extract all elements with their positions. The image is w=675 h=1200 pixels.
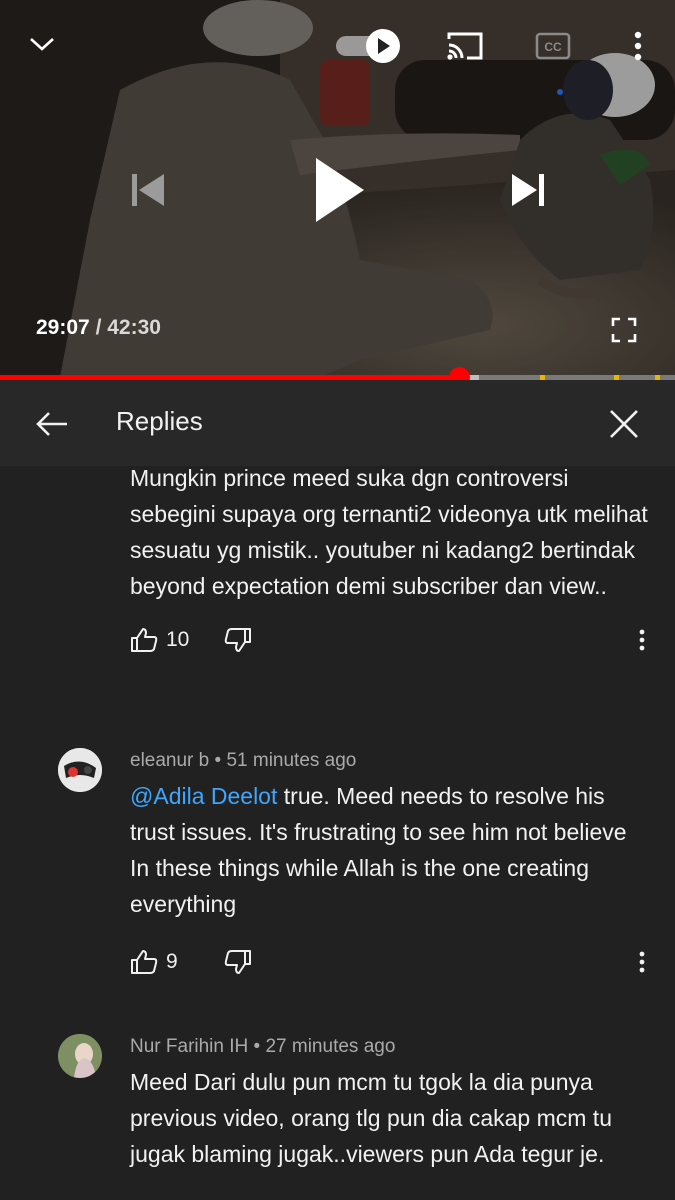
avatar[interactable] <box>58 748 102 792</box>
comment-time: 51 minutes ago <box>226 750 357 771</box>
comment-author[interactable]: eleanur b <box>130 750 209 771</box>
current-time: 29:07 <box>36 316 90 339</box>
autoplay-toggle-icon[interactable] <box>334 24 404 68</box>
comment-author[interactable]: Nur Farihin IH <box>130 1036 248 1057</box>
comment-text: Mungkin prince meed suka dgn controversi… <box>130 466 648 599</box>
meta-separator: • <box>214 750 222 771</box>
play-icon[interactable] <box>306 152 370 228</box>
mention-link[interactable]: @Adila Deelot <box>130 783 277 809</box>
captions-icon[interactable]: CC <box>534 30 572 62</box>
replies-header: Replies <box>0 380 675 466</box>
cast-icon[interactable] <box>444 28 486 64</box>
avatar[interactable] <box>58 1034 102 1078</box>
fullscreen-icon[interactable] <box>606 312 642 348</box>
svg-text:CC: CC <box>544 40 562 54</box>
like-count: 10 <box>166 628 190 651</box>
close-icon[interactable] <box>602 402 646 446</box>
more-vert-icon[interactable] <box>628 945 656 979</box>
video-player[interactable]: CC 29:07 / 42:30 <box>0 0 675 377</box>
reply-comment: Nur Farihin IH • 27 minutes ago Meed Dar… <box>0 1028 675 1200</box>
comment-text: @Adila Deelot true. Meed needs to resolv… <box>130 778 650 922</box>
thumb-down-icon[interactable] <box>224 949 252 975</box>
time-display: 29:07 / 42:30 <box>36 316 161 340</box>
replies-title: Replies <box>116 406 203 436</box>
comment-meta: eleanur b • 51 minutes ago <box>130 750 356 772</box>
previous-icon[interactable] <box>124 168 170 212</box>
comment-meta: Nur Farihin IH • 27 minutes ago <box>130 1036 395 1058</box>
chevron-down-icon[interactable] <box>22 24 62 64</box>
like-count: 9 <box>166 950 178 973</box>
comment-actions: 10 <box>130 623 252 657</box>
thumb-up-icon[interactable] <box>130 627 158 653</box>
more-vert-icon[interactable] <box>624 26 652 66</box>
replies-list[interactable]: Mungkin prince meed suka dgn controversi… <box>0 466 675 1200</box>
comment-time: 27 minutes ago <box>265 1036 396 1057</box>
reply-comment: Mungkin prince meed suka dgn controversi… <box>0 466 675 690</box>
reply-comment: eleanur b • 51 minutes ago @Adila Deelot… <box>0 742 675 1012</box>
more-vert-icon[interactable] <box>628 623 656 657</box>
comment-actions: 9 <box>130 945 252 979</box>
time-separator: / <box>95 316 102 339</box>
arrow-back-icon[interactable] <box>30 402 74 446</box>
thumb-down-icon[interactable] <box>224 627 252 653</box>
duration: 42:30 <box>107 316 161 339</box>
comment-text: Meed Dari dulu pun mcm tu tgok la dia pu… <box>130 1069 612 1167</box>
meta-separator: • <box>253 1036 261 1057</box>
thumb-up-icon[interactable] <box>130 949 158 975</box>
next-icon[interactable] <box>506 168 552 212</box>
